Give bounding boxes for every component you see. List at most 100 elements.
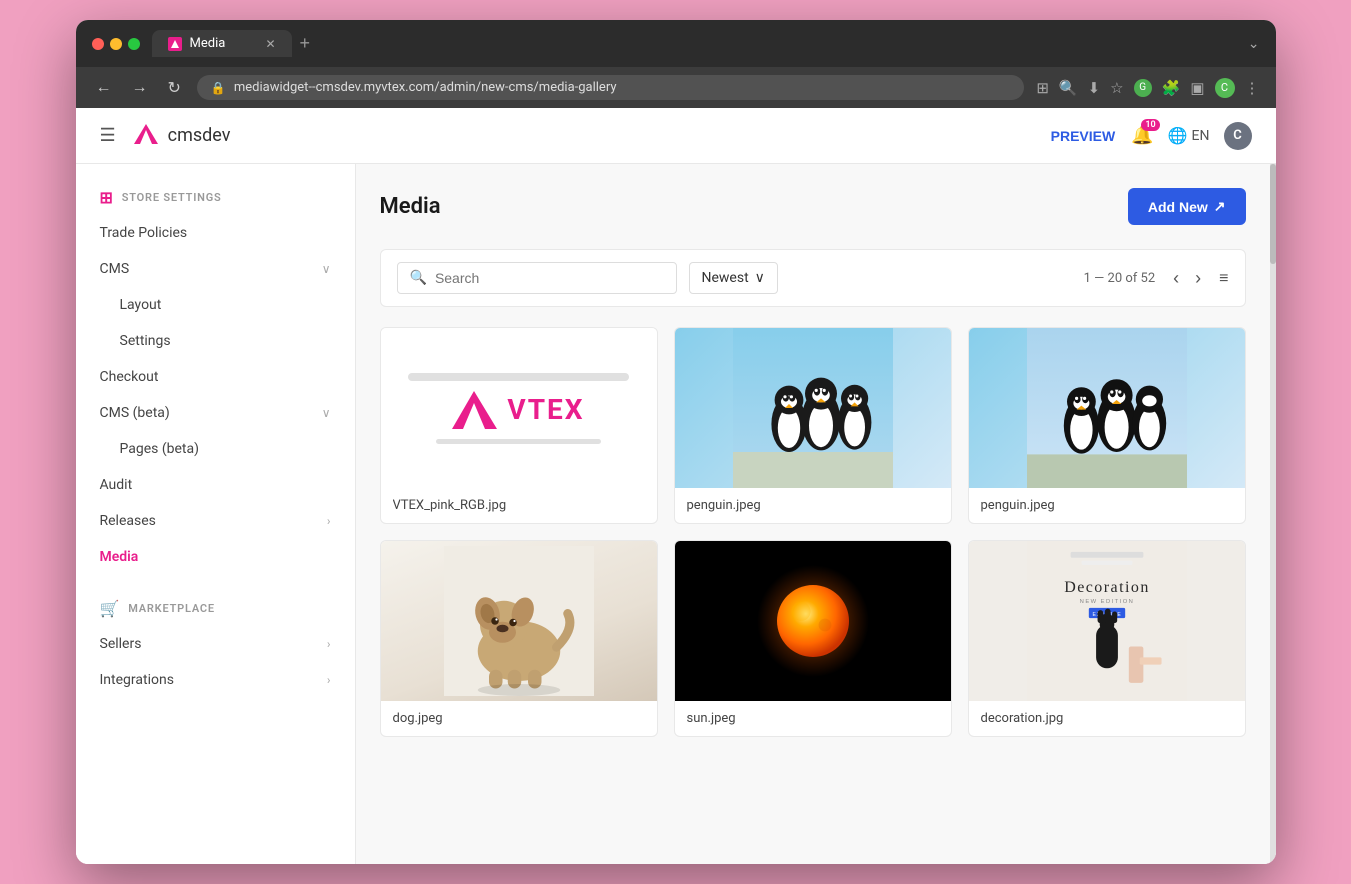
sidebar-item-checkout[interactable]: Checkout — [76, 359, 355, 395]
sidebar-item-cms-beta[interactable]: CMS (beta) ∨ — [76, 395, 355, 431]
add-new-button[interactable]: Add New ↗ — [1128, 188, 1246, 225]
sidebar-item-settings[interactable]: Settings — [76, 323, 355, 359]
media-card-info: penguin.jpeg — [969, 488, 1245, 523]
tab-close-button[interactable]: ✕ — [265, 37, 275, 51]
scrollbar[interactable] — [1270, 164, 1276, 864]
active-tab[interactable]: Media ✕ — [152, 30, 292, 57]
reload-button[interactable]: ↻ — [164, 76, 185, 100]
chevron-down-icon: ∨ — [322, 406, 331, 420]
store-settings-label: ⊞ STORE SETTINGS — [76, 180, 355, 215]
sort-label: Newest — [702, 270, 749, 286]
new-tab-button[interactable]: + — [300, 33, 311, 54]
notification-icon[interactable]: 🔔 10 — [1131, 125, 1153, 146]
header-icons: 🔔 10 🌐 EN C — [1131, 122, 1251, 150]
minimize-button[interactable] — [110, 38, 122, 50]
media-card-info: dog.jpeg — [381, 701, 657, 736]
pagination-buttons: ‹ › — [1167, 266, 1207, 291]
forward-button[interactable]: → — [128, 77, 152, 99]
media-thumb-penguin-1 — [675, 328, 951, 488]
media-card-dog[interactable]: dog.jpeg — [380, 540, 658, 737]
user-avatar[interactable]: C — [1224, 122, 1252, 150]
tab-favicon — [168, 37, 182, 51]
zoom-icon[interactable]: 🔍 — [1059, 79, 1078, 97]
close-button[interactable] — [92, 38, 104, 50]
language-selector[interactable]: 🌐 EN — [1168, 126, 1210, 145]
language-label: EN — [1192, 128, 1210, 144]
sidebar-item-audit[interactable]: Audit — [76, 467, 355, 503]
maximize-button[interactable] — [128, 38, 140, 50]
media-card-decoration[interactable]: Decoration NEW EDITION EXPLORE — [968, 540, 1246, 737]
scroll-thumb[interactable] — [1270, 164, 1276, 264]
media-card-vtex[interactable]: VTEX VTEX_pink_RGB.jpg — [380, 327, 658, 524]
dog-image — [444, 546, 594, 696]
sidebar-item-trade-policies[interactable]: Trade Policies — [76, 215, 355, 251]
chevron-right-icon: › — [327, 637, 331, 651]
profile-icon[interactable]: C — [1215, 78, 1235, 98]
media-card-info: sun.jpeg — [675, 701, 951, 736]
browser-action-icons: ⊞ 🔍 ⬇ ☆ G 🧩 ▣ C ⋮ — [1036, 78, 1259, 98]
sidebar-item-integrations[interactable]: Integrations › — [76, 662, 355, 698]
vtex-logo-icon — [132, 122, 160, 150]
address-bar[interactable]: 🔒 mediawidget--cmsdev.myvtex.com/admin/n… — [197, 75, 1024, 100]
brand-logo: cmsdev — [132, 122, 231, 150]
search-input[interactable] — [435, 270, 664, 286]
svg-text:NEW EDITION: NEW EDITION — [1079, 599, 1134, 605]
media-card-penguin-2[interactable]: penguin.jpeg — [968, 327, 1246, 524]
media-thumb-sun — [675, 541, 951, 701]
search-icon: 🔍 — [410, 270, 427, 286]
penguin-image-1 — [733, 328, 893, 488]
media-card-info: decoration.jpg — [969, 701, 1245, 736]
puzzle-icon[interactable]: 🧩 — [1162, 79, 1181, 97]
app-header: ☰ cmsdev PREVIEW 🔔 10 🌐 EN C — [76, 108, 1276, 164]
media-thumb-dog — [381, 541, 657, 701]
media-card-info: VTEX_pink_RGB.jpg — [381, 488, 657, 523]
app-container: ☰ cmsdev PREVIEW 🔔 10 🌐 EN C — [76, 108, 1276, 864]
hamburger-menu-icon[interactable]: ☰ — [100, 125, 116, 146]
sidebar-item-sellers[interactable]: Sellers › — [76, 626, 355, 662]
bookmark-icon[interactable]: ☆ — [1110, 79, 1123, 97]
preview-button[interactable]: PREVIEW — [1051, 128, 1116, 144]
translate-icon[interactable]: ⊞ — [1036, 79, 1049, 97]
view-toggle-button[interactable]: ≡ — [1219, 268, 1228, 288]
search-wrapper[interactable]: 🔍 — [397, 262, 677, 294]
browser-toolbar: ← → ↻ 🔒 mediawidget--cmsdev.myvtex.com/a… — [76, 67, 1276, 108]
marketplace-label: 🛒 MARKETPLACE — [76, 591, 355, 626]
media-filename: penguin.jpeg — [687, 498, 939, 513]
store-settings-icon: ⊞ — [100, 188, 114, 207]
media-card-sun[interactable]: sun.jpeg — [674, 540, 952, 737]
main-layout: ⊞ STORE SETTINGS Trade Policies CMS ∨ La… — [76, 164, 1276, 864]
media-thumb-decoration: Decoration NEW EDITION EXPLORE — [969, 541, 1245, 701]
next-page-button[interactable]: › — [1189, 266, 1207, 291]
sidebar-item-cms[interactable]: CMS ∨ — [76, 251, 355, 287]
media-thumb-vtex: VTEX — [381, 328, 657, 488]
chevron-right-icon: › — [327, 673, 331, 687]
prev-page-button[interactable]: ‹ — [1167, 266, 1185, 291]
sidebar-icon[interactable]: ▣ — [1190, 79, 1204, 97]
vtex-triangle-icon — [452, 391, 497, 429]
content-area: Media Add New ↗ 🔍 Newest ∨ — [356, 164, 1270, 864]
sidebar: ⊞ STORE SETTINGS Trade Policies CMS ∨ La… — [76, 164, 356, 864]
media-filename: penguin.jpeg — [981, 498, 1233, 513]
traffic-lights — [92, 38, 140, 50]
back-button[interactable]: ← — [92, 77, 116, 99]
media-filename: VTEX_pink_RGB.jpg — [393, 498, 645, 513]
sidebar-item-pages-beta[interactable]: Pages (beta) — [76, 431, 355, 467]
pagination-info: 1 — 20 of 52 — [1084, 271, 1156, 286]
chevron-down-icon: ∨ — [322, 262, 331, 276]
sidebar-item-layout[interactable]: Layout — [76, 287, 355, 323]
sidebar-item-releases[interactable]: Releases › — [76, 503, 355, 539]
media-card-penguin-1[interactable]: penguin.jpeg — [674, 327, 952, 524]
download-icon[interactable]: ⬇ — [1088, 79, 1101, 97]
media-thumb-penguin-2 — [969, 328, 1245, 488]
menu-icon[interactable]: ⋮ — [1245, 79, 1260, 97]
browser-titlebar: Media ✕ + ⌄ — [76, 20, 1276, 67]
sidebar-item-media[interactable]: Media — [76, 539, 355, 575]
extension-icon[interactable]: G — [1134, 79, 1152, 97]
thumb-bar-2 — [436, 439, 602, 444]
content-header: Media Add New ↗ — [380, 188, 1246, 225]
chevron-down-icon: ∨ — [755, 270, 765, 286]
media-filename: sun.jpeg — [687, 711, 939, 726]
media-card-info: penguin.jpeg — [675, 488, 951, 523]
sun-image — [733, 541, 893, 701]
sort-dropdown[interactable]: Newest ∨ — [689, 262, 778, 294]
